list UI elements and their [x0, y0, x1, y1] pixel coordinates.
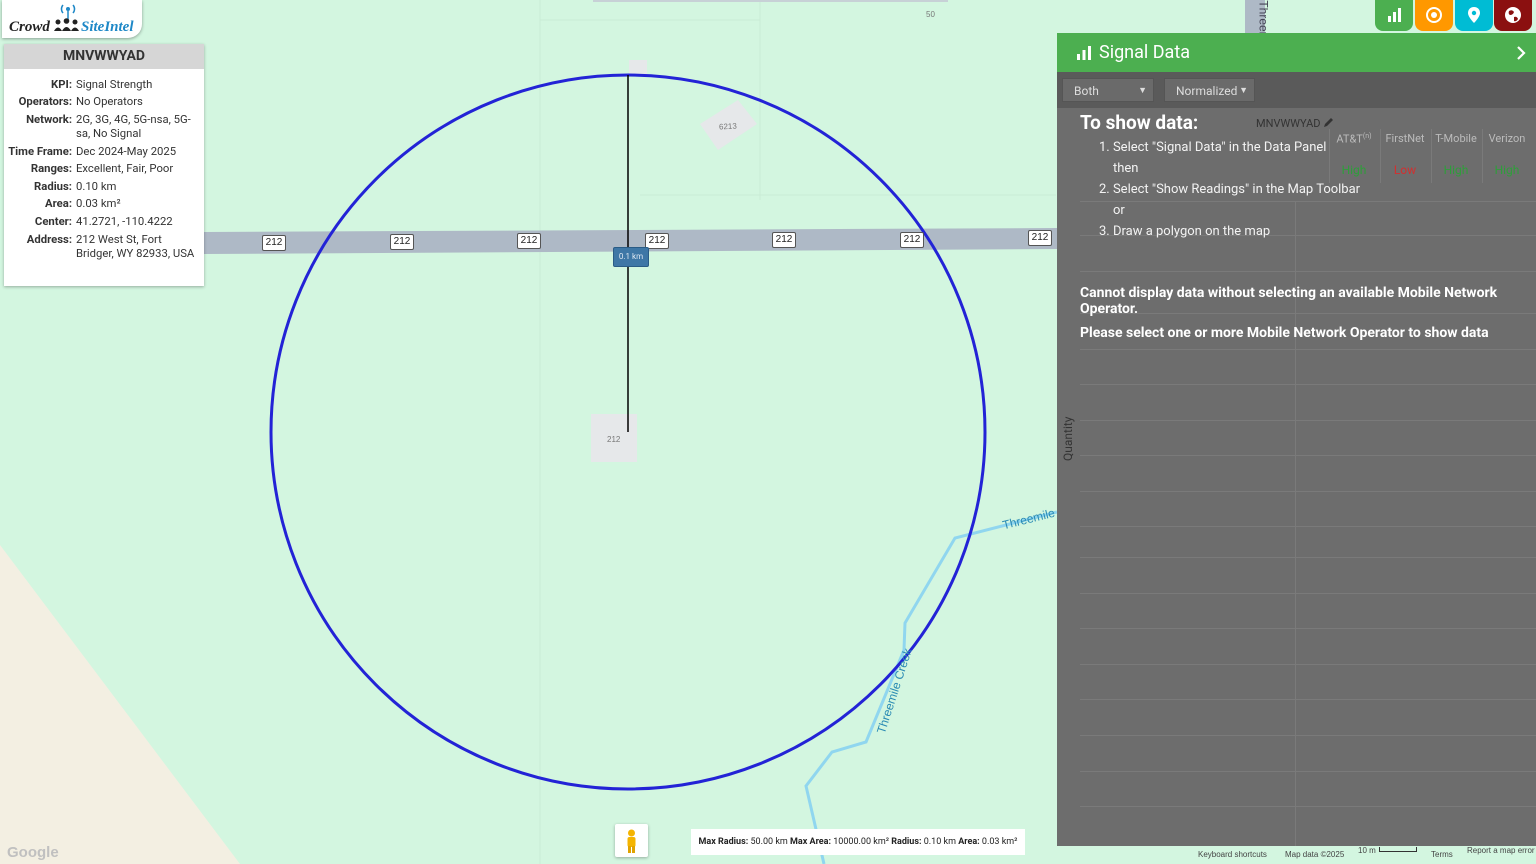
- direction-select-value: Both: [1074, 84, 1099, 98]
- operator-level: High: [1341, 163, 1367, 177]
- step-item: then: [1113, 161, 1139, 176]
- info-value: 0.03 km²: [76, 197, 121, 211]
- step-item: 1. Select "Signal Data" in the Data Pane…: [1099, 140, 1327, 155]
- road-shield: 212: [772, 232, 796, 248]
- info-key: Ranges:: [30, 162, 72, 176]
- step-item: or: [1113, 203, 1125, 218]
- operator-header-verizon[interactable]: Verizon: [1482, 132, 1532, 145]
- road-shield: 212: [390, 234, 414, 250]
- info-value: 212 West St, Fort Bridger, WY 82933, USA: [76, 232, 195, 260]
- max-radius-value: 50.00 km: [750, 837, 788, 847]
- max-radius-label: Max Radius:: [698, 837, 749, 847]
- area-label: Area:: [958, 837, 980, 847]
- info-key: Time Frame:: [8, 144, 72, 158]
- target-icon: [1426, 7, 1442, 23]
- map-pin-icon: [1468, 7, 1480, 23]
- max-area-value: 10000.00 km²: [833, 837, 890, 847]
- map-data-attribution: Map data ©2025: [1285, 850, 1345, 859]
- filter-row: Both ▼ Normalized ▼: [1057, 72, 1536, 108]
- pegman-icon: [627, 829, 636, 853]
- map-label-50: 50: [926, 10, 935, 19]
- signal-data-panel: Signal Data Both ▼ Normalized ▼ To show …: [1057, 33, 1536, 846]
- operator-level: Low: [1393, 163, 1417, 177]
- chevron-down-icon: ▼: [1239, 86, 1248, 96]
- site-name-text: MNVWWYAD: [1256, 117, 1321, 130]
- operator-name: AT&T: [1336, 132, 1363, 146]
- direction-select[interactable]: Both ▼: [1062, 78, 1154, 102]
- terms-link[interactable]: Terms: [1431, 850, 1453, 859]
- location-button[interactable]: [1455, 0, 1493, 31]
- operator-level: High: [1494, 163, 1520, 177]
- map-label-212: 212: [607, 435, 621, 444]
- info-value: Excellent, Fair, Poor: [76, 162, 174, 176]
- map-label-6213: 6213: [718, 121, 738, 132]
- info-value: Dec 2024-May 2025: [76, 144, 177, 158]
- panel-title: Signal Data: [1099, 42, 1191, 63]
- mode-select-value: Normalized: [1176, 84, 1238, 98]
- info-key: Operators:: [18, 95, 72, 109]
- site-info-table: KPI: Signal Strength Operators: No Operato…: [4, 76, 200, 262]
- scale-bar: [1379, 847, 1417, 852]
- logo-text-siteintel: SiteIntel: [81, 19, 134, 35]
- pencil-icon: [1324, 118, 1334, 127]
- site-name-label[interactable]: MNVWWYAD: [1256, 117, 1334, 130]
- road-shield: 212: [1028, 230, 1052, 246]
- info-key: Center:: [34, 214, 72, 228]
- info-value: Signal Strength: [76, 77, 153, 91]
- bar-chart-icon: [1388, 8, 1401, 22]
- area-value: 0.03 km²: [981, 837, 1018, 847]
- operator-sup: (n): [1362, 132, 1372, 140]
- info-key: KPI:: [51, 77, 72, 91]
- info-key: Area:: [45, 197, 72, 211]
- bar-chart-icon: [1077, 46, 1091, 60]
- chevron-down-icon: ▼: [1138, 86, 1147, 96]
- road-shield: 212: [517, 233, 541, 249]
- keyboard-shortcuts-link[interactable]: Keyboard shortcuts: [1198, 850, 1267, 859]
- distance-label[interactable]: 0.1 km: [613, 247, 649, 267]
- step-item: 2. Select "Show Readings" in the Map Too…: [1099, 182, 1361, 197]
- globe-button[interactable]: [1494, 0, 1532, 31]
- report-error-link[interactable]: Report a map error: [1467, 846, 1535, 855]
- operator-level: High: [1443, 163, 1469, 177]
- no-operator-warning: Cannot display data without selecting an…: [1080, 285, 1498, 317]
- map-footer: Keyboard shortcuts Map data ©2025 10 m T…: [1057, 846, 1536, 864]
- site-info-card: MNVWWYAD KPI: Signal Strength Operators: N…: [4, 44, 204, 286]
- info-key: Network:: [26, 112, 72, 126]
- logo-text-crowd: Crowd: [9, 19, 50, 35]
- globe-icon: [1505, 7, 1521, 23]
- info-value: 0.10 km: [76, 179, 117, 193]
- road-shield: 212: [645, 233, 669, 249]
- y-axis-label: Quantity: [1061, 416, 1075, 461]
- panel-header: Signal Data: [1057, 33, 1536, 72]
- mode-select[interactable]: Normalized ▼: [1164, 78, 1255, 102]
- crowdsiteintel-logo[interactable]: Crowd SiteIntel: [2, 0, 142, 38]
- select-operator-warning: Please select one or more Mobile Network…: [1080, 325, 1489, 341]
- max-area-label: Max Area:: [790, 837, 832, 847]
- crowd-icon: [54, 18, 79, 31]
- signal-data-button[interactable]: [1375, 0, 1413, 31]
- map-limits-bar: Max Radius: 50.00 km Max Area: 10000.00 …: [691, 829, 1025, 855]
- road-shield: 212: [262, 235, 286, 251]
- operator-header-tmobile[interactable]: T-Mobile: [1431, 132, 1481, 145]
- info-value: 41.2721, -110.4222: [76, 214, 173, 228]
- step-item: 3. Draw a polygon on the map: [1099, 224, 1271, 239]
- operator-header-att[interactable]: AT&T(n): [1329, 132, 1379, 146]
- info-value: 2G, 3G, 4G, 5G-nsa, 5G-sa, No Signal: [76, 112, 191, 140]
- road-shield: 212: [900, 232, 924, 248]
- operator-header-firstnet[interactable]: FirstNet: [1380, 132, 1430, 145]
- target-button[interactable]: [1415, 0, 1453, 31]
- chevron-right-icon[interactable]: [1514, 45, 1528, 61]
- google-logo: Google: [7, 844, 59, 861]
- scale-label: 10 m: [1358, 846, 1376, 855]
- info-key: Radius:: [34, 179, 72, 193]
- site-info-title: MNVWWYAD: [4, 44, 204, 69]
- show-data-title: To show data:: [1080, 111, 1199, 134]
- radius-value: 0.10 km: [923, 837, 956, 847]
- street-view-pegman[interactable]: [615, 824, 648, 857]
- radius-label: Radius:: [891, 837, 922, 847]
- info-key: Address:: [26, 232, 72, 246]
- info-value: No Operators: [76, 95, 143, 109]
